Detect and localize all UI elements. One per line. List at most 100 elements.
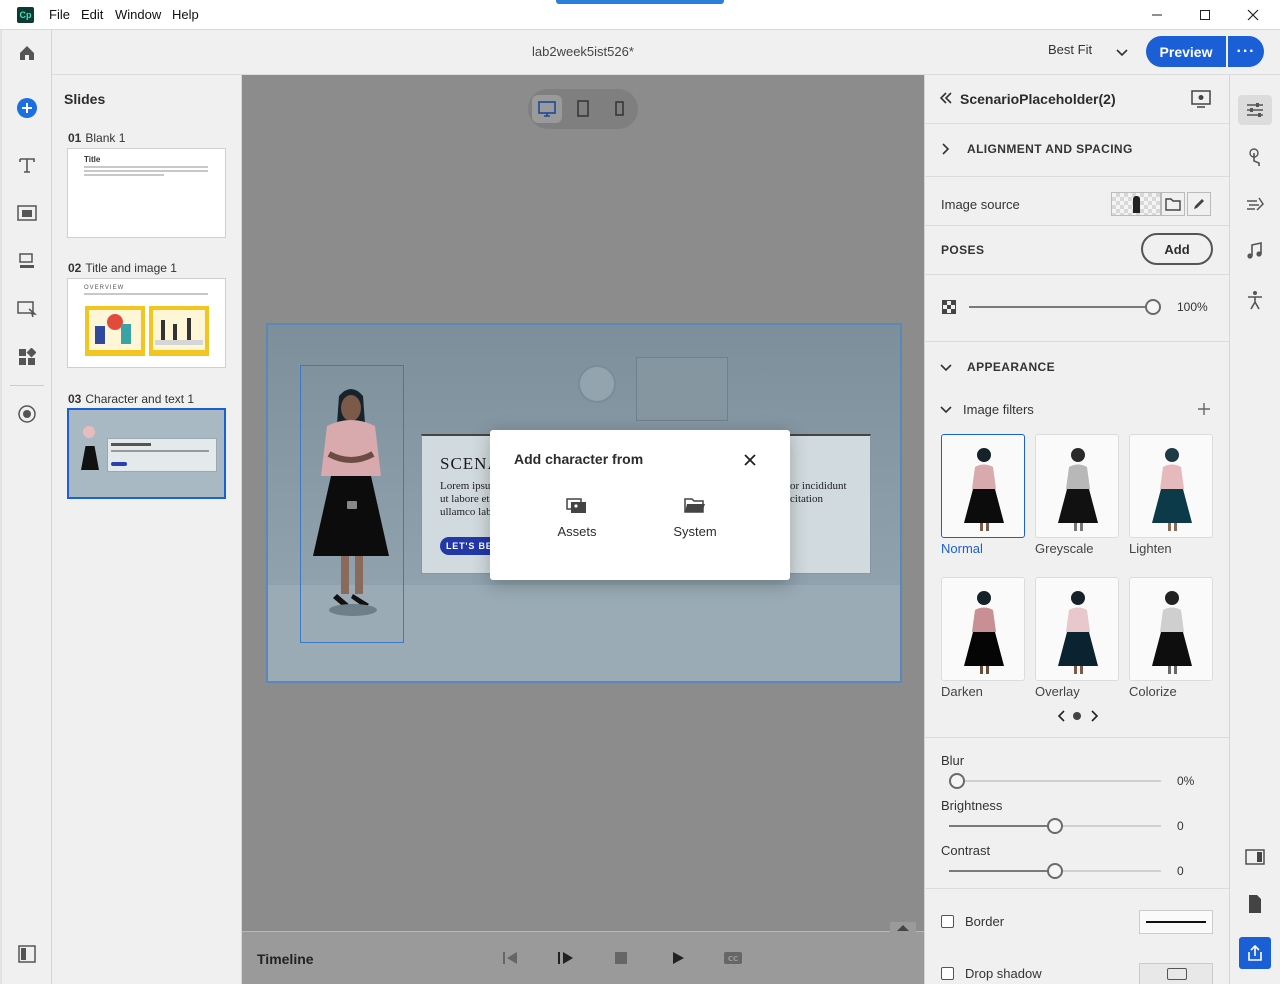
alignment-section[interactable]: ALIGNMENT AND SPACING xyxy=(967,142,1133,156)
text-icon[interactable] xyxy=(14,152,40,178)
quiz-icon[interactable] xyxy=(14,296,40,322)
timeline-label[interactable]: Timeline xyxy=(257,951,314,967)
edit-pencil-icon[interactable] xyxy=(1187,192,1211,216)
slide-thumbnail-1[interactable]: Title xyxy=(67,148,226,238)
blur-slider-thumb[interactable] xyxy=(949,773,965,789)
image-source-thumbnail[interactable] xyxy=(1111,192,1161,216)
home-icon[interactable] xyxy=(14,40,40,66)
accessibility-icon[interactable] xyxy=(1242,287,1268,313)
media-icon[interactable] xyxy=(14,200,40,226)
contrast-slider-rest xyxy=(1055,870,1161,872)
filter-colorize[interactable] xyxy=(1129,577,1213,681)
assets-option[interactable]: Assets xyxy=(537,494,617,539)
brightness-value[interactable]: 0 xyxy=(1177,819,1184,833)
minimize-icon[interactable] xyxy=(1142,4,1172,26)
more-options-button[interactable]: ··· xyxy=(1228,36,1264,67)
thumb-title: OVERVIEW xyxy=(84,285,125,291)
filters-next-icon[interactable] xyxy=(1089,710,1099,725)
chevron-down-icon[interactable] xyxy=(1116,46,1128,61)
zoom-select[interactable]: Best Fit xyxy=(1048,42,1092,57)
maximize-icon[interactable] xyxy=(1190,4,1220,26)
blur-label: Blur xyxy=(941,753,965,768)
character-figure xyxy=(313,389,389,616)
properties-sliders-icon[interactable] xyxy=(1238,95,1272,125)
brightness-label: Brightness xyxy=(941,798,1003,813)
close-window-icon[interactable] xyxy=(1238,4,1268,26)
blur-slider[interactable] xyxy=(949,780,1161,782)
document-icon[interactable] xyxy=(1242,891,1268,917)
border-checkbox[interactable] xyxy=(941,915,954,928)
image-source-label: Image source xyxy=(941,197,1020,212)
wall-frame xyxy=(636,357,728,421)
chevron-right-icon[interactable] xyxy=(941,143,951,158)
system-label: System xyxy=(673,524,717,539)
close-icon[interactable] xyxy=(740,450,760,470)
system-option[interactable]: System xyxy=(655,494,735,539)
opacity-slider[interactable] xyxy=(969,306,1153,308)
filter-darken[interactable] xyxy=(941,577,1025,681)
menu-help[interactable]: Help xyxy=(172,7,199,22)
document-title: lab2week5ist526* xyxy=(532,44,634,59)
appearance-section[interactable]: APPEARANCE xyxy=(967,360,1055,374)
filters-prev-icon[interactable] xyxy=(1057,710,1067,725)
drop-shadow-label: Drop shadow xyxy=(965,966,1042,981)
step-forward-icon[interactable] xyxy=(554,948,576,968)
border-style-select[interactable] xyxy=(1139,910,1213,934)
interactions-touch-icon[interactable] xyxy=(1242,144,1268,170)
preview-button[interactable]: Preview xyxy=(1146,36,1226,67)
layout-panel-icon[interactable] xyxy=(1242,844,1268,870)
stop-icon[interactable] xyxy=(610,948,632,968)
filter-greyscale[interactable] xyxy=(1035,434,1119,538)
opacity-slider-thumb[interactable] xyxy=(1145,299,1161,315)
assets-icon[interactable] xyxy=(14,344,40,370)
drop-shadow-style-select[interactable] xyxy=(1139,963,1213,984)
chevron-down-icon[interactable] xyxy=(940,361,952,376)
brightness-slider[interactable] xyxy=(949,825,1055,827)
menu-file[interactable]: File xyxy=(49,7,70,22)
panel-toggle-icon[interactable] xyxy=(14,941,40,967)
previous-icon[interactable] xyxy=(499,948,521,968)
add-filter-icon[interactable] xyxy=(1197,402,1211,419)
chevron-down-icon[interactable] xyxy=(940,403,952,418)
desktop-icon[interactable] xyxy=(532,95,562,123)
add-slide-icon[interactable] xyxy=(14,95,40,121)
tablet-icon[interactable] xyxy=(568,95,598,123)
filters-page-dot[interactable] xyxy=(1073,712,1081,720)
thumb-line xyxy=(84,174,164,176)
interactions-icon[interactable] xyxy=(14,248,40,274)
timeline-bar: Timeline CC xyxy=(242,922,924,984)
closed-captions-icon[interactable]: CC xyxy=(722,948,744,968)
thumb-image-1 xyxy=(85,306,145,356)
menu-window[interactable]: Window xyxy=(115,7,161,22)
blur-value[interactable]: 0% xyxy=(1177,774,1194,788)
properties-panel: ScenarioPlaceholder(2) ALIGNMENT AND SPA… xyxy=(924,75,1229,984)
folder-icon[interactable] xyxy=(1161,192,1185,216)
object-name: ScenarioPlaceholder(2) xyxy=(960,91,1116,107)
contrast-slider[interactable] xyxy=(949,870,1055,872)
drop-shadow-checkbox[interactable] xyxy=(941,967,954,980)
audio-icon[interactable] xyxy=(1242,238,1268,264)
character-selection[interactable] xyxy=(300,365,404,643)
filter-overlay[interactable] xyxy=(1035,577,1119,681)
menu-edit[interactable]: Edit xyxy=(81,7,103,22)
filter-lighten[interactable] xyxy=(1129,434,1213,538)
slide-thumbnail-2[interactable]: OVERVIEW xyxy=(67,278,226,368)
add-pose-button[interactable]: Add xyxy=(1141,233,1213,265)
publish-share-icon[interactable] xyxy=(1239,937,1271,969)
record-icon[interactable] xyxy=(14,401,40,427)
collapse-panel-icon[interactable] xyxy=(939,91,953,108)
contrast-value[interactable]: 0 xyxy=(1177,864,1184,878)
toolbar-divider xyxy=(10,385,44,386)
slide-thumbnail-3[interactable] xyxy=(67,408,226,499)
filter-normal[interactable] xyxy=(941,434,1025,538)
filter-label-normal: Normal xyxy=(941,541,983,556)
expand-timeline-icon[interactable] xyxy=(890,922,916,934)
play-icon[interactable] xyxy=(667,948,689,968)
animation-icon[interactable] xyxy=(1242,191,1268,217)
preview-object-icon[interactable] xyxy=(1191,90,1211,111)
opacity-value[interactable]: 100% xyxy=(1177,300,1208,314)
brightness-slider-thumb[interactable] xyxy=(1047,818,1063,834)
app-logo: Cp xyxy=(17,7,34,23)
contrast-slider-thumb[interactable] xyxy=(1047,863,1063,879)
mobile-icon[interactable] xyxy=(604,95,634,123)
